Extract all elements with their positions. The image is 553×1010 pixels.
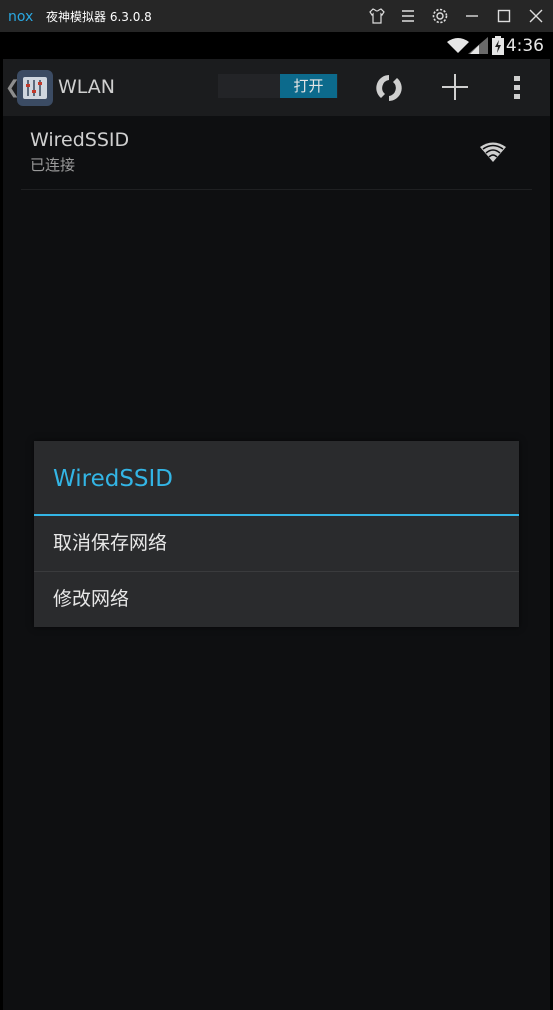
wifi-strength-icon bbox=[480, 142, 506, 162]
action-bar-title: WLAN bbox=[58, 76, 116, 98]
emulator-titlebar: nox 夜神模拟器 6.3.0.8 bbox=[0, 0, 553, 32]
add-network-icon[interactable] bbox=[440, 72, 470, 102]
list-divider bbox=[21, 189, 532, 190]
status-bar: 4:36 bbox=[3, 32, 550, 59]
wlan-toggle-on-label[interactable]: 打开 bbox=[280, 74, 337, 98]
overflow-menu-icon[interactable] bbox=[511, 72, 523, 102]
battery-icon bbox=[492, 36, 504, 55]
skin-shirt-icon[interactable] bbox=[367, 6, 387, 26]
nox-logo-icon: nox bbox=[8, 9, 33, 25]
svg-text:nox: nox bbox=[8, 9, 33, 25]
settings-gear-icon[interactable] bbox=[430, 6, 450, 26]
modify-network-option[interactable]: 修改网络 bbox=[34, 572, 519, 627]
network-ssid: WiredSSID bbox=[30, 129, 130, 151]
forget-network-option[interactable]: 取消保存网络 bbox=[34, 516, 519, 571]
status-time: 4:36 bbox=[505, 36, 544, 56]
minimize-icon[interactable] bbox=[462, 6, 482, 26]
menu-icon[interactable] bbox=[398, 6, 418, 26]
network-status: 已连接 bbox=[30, 156, 76, 174]
wifi-signal-icon bbox=[447, 38, 469, 53]
android-screen: 4:36 ❮ WLAN 打开 WiredSSID 已连接 WiredSSID 取… bbox=[3, 32, 550, 1010]
cellular-signal-icon bbox=[468, 37, 488, 54]
dialog-title: WiredSSID bbox=[53, 466, 174, 492]
action-bar: ❮ WLAN 打开 bbox=[3, 59, 550, 116]
wifi-network-item[interactable]: WiredSSID 已连接 bbox=[30, 129, 129, 175]
maximize-icon[interactable] bbox=[494, 6, 514, 26]
close-icon[interactable] bbox=[526, 6, 546, 26]
network-options-dialog: WiredSSID 取消保存网络 修改网络 bbox=[34, 441, 519, 627]
window-title: 夜神模拟器 6.3.0.8 bbox=[46, 10, 152, 24]
wps-sync-icon[interactable] bbox=[373, 72, 405, 104]
settings-app-icon[interactable] bbox=[17, 70, 53, 106]
